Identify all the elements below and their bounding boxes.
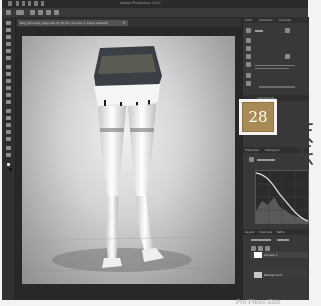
calligraphy-svg <box>295 121 313 165</box>
move-tool-icon[interactable] <box>6 10 11 15</box>
lock-icon[interactable] <box>265 246 270 251</box>
zoom-tool-icon[interactable] <box>6 153 11 157</box>
preset-dropdown[interactable] <box>257 159 275 161</box>
menu-item[interactable] <box>22 1 25 6</box>
panel-icon[interactable] <box>285 28 290 33</box>
screenshot-frame: Adobe Photoshop 2020 Neg_Stocking_Legs.p… <box>0 0 321 306</box>
panel-icon[interactable] <box>246 81 251 86</box>
menu-item[interactable] <box>41 1 44 6</box>
menu-item[interactable] <box>16 1 19 6</box>
path-select-icon[interactable] <box>6 130 11 134</box>
crop-tool-icon[interactable] <box>6 49 11 53</box>
menu-item[interactable] <box>34 1 38 6</box>
eyedropper-tool-icon[interactable] <box>6 56 11 60</box>
menu-item[interactable] <box>28 1 31 6</box>
gradient-tool-icon[interactable] <box>6 100 11 104</box>
panel-text-line <box>255 65 295 66</box>
document-tab-title: Neg_Stocking_Legs.psd @ 33.3% (Curves 1,… <box>20 21 109 25</box>
panel-icon[interactable] <box>285 54 290 59</box>
healing-tool-icon[interactable] <box>6 65 11 69</box>
photo-canvas <box>22 36 235 284</box>
lock-icon[interactable] <box>251 246 256 251</box>
panel-icon[interactable] <box>246 38 251 43</box>
move-tool-icon[interactable] <box>6 21 11 25</box>
step-number: 28 <box>248 108 268 126</box>
background-color-swatch[interactable] <box>9 168 12 171</box>
layer-thumbnail[interactable] <box>254 272 262 278</box>
lock-icon[interactable] <box>258 246 263 251</box>
step-badge-box: 28 <box>242 102 274 132</box>
opacity-field[interactable] <box>277 239 289 241</box>
apple-menu-icon[interactable] <box>8 1 12 6</box>
shape-tool-icon[interactable] <box>6 137 11 141</box>
auto-select-dropdown[interactable] <box>16 10 24 15</box>
calligraphy-mark <box>292 120 318 168</box>
curves-graph[interactable] <box>255 170 309 224</box>
hand-tool-icon[interactable] <box>6 146 11 150</box>
menu-bar: Adobe Photoshop 2020 <box>2 0 308 8</box>
tab-swatches[interactable]: Swatches <box>259 17 272 23</box>
step-badge: 28 <box>239 99 277 135</box>
brush-tool-icon[interactable] <box>6 72 11 76</box>
panel-field <box>255 30 263 32</box>
photo-illustration <box>22 46 235 272</box>
watermark-text: Pro Photo Edit <box>236 299 281 306</box>
clone-tool-icon[interactable] <box>6 79 11 83</box>
panel-icon[interactable] <box>246 73 251 78</box>
tab-paths[interactable]: Paths <box>277 229 285 235</box>
panel-icon[interactable] <box>246 46 251 51</box>
tab-layers[interactable]: Layers <box>245 229 254 235</box>
type-tool-icon[interactable] <box>6 123 11 127</box>
curves-icon <box>249 157 254 162</box>
panel-text-line <box>255 68 289 69</box>
tools-panel <box>2 17 16 300</box>
align-icon[interactable] <box>46 10 51 15</box>
align-icon[interactable] <box>38 10 43 15</box>
dodge-tool-icon[interactable] <box>6 109 11 113</box>
panel-icon[interactable] <box>246 54 251 59</box>
close-icon[interactable]: × <box>122 21 126 25</box>
history-brush-icon[interactable] <box>6 86 11 90</box>
window-title: Adobe Photoshop 2020 <box>120 1 161 5</box>
blend-mode-dropdown[interactable] <box>251 239 271 241</box>
foreground-color-swatch[interactable] <box>7 163 10 166</box>
layer-name: Background <box>264 273 282 277</box>
panel-tabs-top: Color Swatches Libraries <box>243 17 309 23</box>
quick-select-tool-icon[interactable] <box>6 42 11 46</box>
lasso-tool-icon[interactable] <box>6 35 11 39</box>
tab-histogram[interactable]: Histogram <box>265 147 280 153</box>
layer-name: Curves 1 <box>264 253 278 257</box>
pen-tool-icon[interactable] <box>6 116 11 120</box>
layer-mask-thumbnail[interactable] <box>254 252 262 258</box>
eraser-tool-icon[interactable] <box>6 93 11 97</box>
panel-icon[interactable] <box>246 28 251 33</box>
tab-color[interactable]: Color <box>245 17 252 23</box>
document-tab[interactable]: Neg_Stocking_Legs.psd @ 33.3% (Curves 1,… <box>18 20 128 26</box>
distribute-icon[interactable] <box>54 10 59 15</box>
marquee-tool-icon[interactable] <box>6 28 11 32</box>
tab-channels[interactable]: Channels <box>259 229 272 235</box>
panel-icon[interactable] <box>246 62 251 67</box>
tab-libraries[interactable]: Libraries <box>279 17 291 23</box>
panel-slider[interactable] <box>259 86 295 88</box>
tab-properties[interactable]: Properties <box>245 147 259 153</box>
curves-plot <box>256 171 308 223</box>
panel-tabs-layers: Layers Channels Paths <box>243 229 309 235</box>
align-icon[interactable] <box>30 10 35 15</box>
